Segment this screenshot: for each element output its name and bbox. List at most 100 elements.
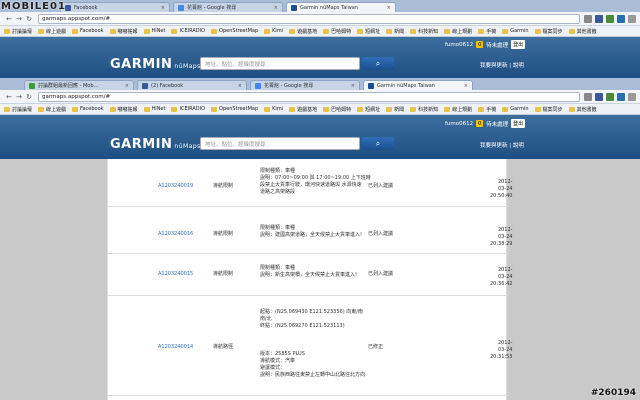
close-icon[interactable]: × xyxy=(351,83,355,89)
bookmark-item[interactable]: OpenStreetMap xyxy=(211,106,258,112)
search-input[interactable]: 地址、點位、經緯度搜尋 xyxy=(200,137,360,150)
garmin-logo[interactable]: GARMIN nüMaps xyxy=(110,57,201,72)
bookmark-item[interactable]: HiNet xyxy=(143,106,165,112)
bookmark-item[interactable]: 線上規劃 xyxy=(444,106,472,113)
bookmark-item[interactable]: 巴哈姆特 xyxy=(323,106,351,113)
back-arrow-icon[interactable]: ← xyxy=(4,93,14,101)
header-links[interactable]: 我要與更新 | 說明 xyxy=(480,141,524,149)
bookmark-item[interactable]: 遊戲基地 xyxy=(289,106,317,113)
logout-button[interactable]: 登出 xyxy=(511,119,526,128)
close-icon[interactable]: × xyxy=(125,83,129,89)
bookmark-item[interactable]: 線上規劃 xyxy=(444,28,472,35)
ext-icon[interactable] xyxy=(617,14,625,23)
bookmark-item[interactable]: HiNet xyxy=(143,28,165,34)
bookmark-item[interactable]: 其他書籤 xyxy=(568,106,597,113)
folder-icon xyxy=(568,28,575,34)
record-type: 導航限制 xyxy=(213,271,234,277)
bookmark-item[interactable]: 嘟嘟搖報 xyxy=(109,106,138,113)
bookmark-item[interactable]: 線上遊戲 xyxy=(38,28,66,35)
header-links[interactable]: 我要與更新 | 說明 xyxy=(480,61,524,69)
close-icon[interactable]: × xyxy=(387,5,391,11)
back-tab-google[interactable]: 花菁館 - Google 搜尋 × xyxy=(173,2,283,12)
bookmark-item[interactable]: ICEIRADIO xyxy=(171,106,205,112)
bookmark-item[interactable]: OpenStreetMap xyxy=(211,28,258,34)
record-id[interactable]: A1203240019 xyxy=(158,183,193,190)
bookmark-item[interactable]: 線上遊戲 xyxy=(38,106,66,113)
notification-badge[interactable]: 0 xyxy=(476,120,484,127)
back-window: Facebook × 花菁館 - Google 搜尋 × Garmin nüMaps… xyxy=(0,0,640,78)
bookmark-item[interactable]: 短網址 xyxy=(357,28,380,35)
tab-google[interactable]: 花菁館 - Google 搜尋 × xyxy=(250,80,360,90)
folder-icon xyxy=(386,28,393,34)
pending-label[interactable]: 待未處理 xyxy=(486,120,508,128)
bookmark-item[interactable]: 短網址 xyxy=(357,106,380,113)
bookmark-item[interactable]: 檔案同步 xyxy=(534,106,563,113)
address-bar[interactable]: garmaps.appspot.com/# xyxy=(38,91,580,102)
bookmark-item[interactable]: 手機 xyxy=(478,106,496,113)
star-icon[interactable] xyxy=(584,92,592,101)
star-icon[interactable] xyxy=(584,14,592,23)
ext-icon[interactable] xyxy=(606,14,614,23)
reload-icon[interactable]: ↻ xyxy=(24,15,34,23)
bookmark-item[interactable]: Kimi xyxy=(264,106,283,112)
folder-icon xyxy=(143,28,150,34)
folder-icon xyxy=(109,106,116,112)
logout-button[interactable]: 登出 xyxy=(511,40,526,49)
bookmark-item[interactable]: 科技新知 xyxy=(410,106,438,113)
close-icon[interactable]: × xyxy=(274,5,278,11)
ext-icon[interactable] xyxy=(606,92,614,101)
folder-icon xyxy=(264,106,271,112)
bookmark-item[interactable]: 討論論壇 xyxy=(4,106,32,113)
bookmark-item[interactable]: Facebook xyxy=(72,28,104,34)
record-id[interactable]: A1203240016 xyxy=(158,231,193,238)
bookmark-item[interactable]: 科技新知 xyxy=(410,28,438,35)
folder-icon xyxy=(502,28,509,34)
wrench-icon[interactable] xyxy=(628,14,636,23)
wrench-icon[interactable] xyxy=(628,92,636,101)
bookmark-item[interactable]: 手機 xyxy=(478,28,496,35)
tab-facebook[interactable]: (2) Facebook × xyxy=(137,80,247,90)
bookmark-item[interactable]: Facebook xyxy=(72,106,104,112)
bookmark-item[interactable]: Garmin xyxy=(502,106,529,112)
back-tab-facebook[interactable]: Facebook × xyxy=(60,2,170,12)
search-input[interactable]: 地址、點位、經緯度搜尋 xyxy=(200,57,360,70)
facebook-ext-icon[interactable] xyxy=(595,92,603,101)
ext-icon[interactable] xyxy=(617,92,625,101)
address-bar[interactable]: garmaps.appspot.com/# xyxy=(38,13,580,24)
record-date: 2012-03-24 20:50:40 xyxy=(490,179,513,199)
watermark-logo: MOBILE01 xyxy=(1,1,66,12)
reload-icon[interactable]: ↻ xyxy=(24,93,34,101)
close-icon[interactable]: × xyxy=(238,83,242,89)
close-icon[interactable]: × xyxy=(464,83,468,89)
garmin-icon xyxy=(368,82,374,89)
bookmark-item[interactable]: 討論論壇 xyxy=(4,28,32,35)
pending-label[interactable]: 待未處理 xyxy=(486,41,508,49)
forward-arrow-icon[interactable]: → xyxy=(14,15,24,23)
bookmark-item[interactable]: ICEIRADIO xyxy=(171,28,205,34)
back-arrow-icon[interactable]: ← xyxy=(4,15,14,23)
folder-icon xyxy=(534,28,541,34)
bookmark-item[interactable]: 新聞 xyxy=(386,28,404,35)
folder-icon xyxy=(4,28,10,34)
record-id[interactable]: A1203240014 xyxy=(158,344,193,351)
bookmark-item[interactable]: 其他書籤 xyxy=(568,28,597,35)
notification-badge[interactable]: 0 xyxy=(476,41,484,48)
garmin-logo[interactable]: GARMIN nüMaps xyxy=(110,137,201,152)
bookmark-item[interactable]: 巴哈姆特 xyxy=(323,28,351,35)
back-tab-garmin[interactable]: Garmin nüMaps Taiwan × xyxy=(286,2,396,12)
search-button[interactable]: ⌕ xyxy=(362,137,394,150)
close-icon[interactable]: × xyxy=(161,5,165,11)
record-id[interactable]: A1203240015 xyxy=(158,271,193,278)
search-button[interactable]: ⌕ xyxy=(362,57,394,70)
forward-arrow-icon[interactable]: → xyxy=(14,93,24,101)
tab-garmin[interactable]: Garmin nüMaps Taiwan × xyxy=(363,80,473,90)
tab-mobile01[interactable]: 討論群組最新回應 - Mob… × xyxy=(24,80,134,90)
facebook-ext-icon[interactable] xyxy=(595,14,603,23)
bookmark-item[interactable]: Kimi xyxy=(264,28,283,34)
bookmark-item[interactable]: 新聞 xyxy=(386,106,404,113)
bookmark-item[interactable]: 檔案同步 xyxy=(534,28,563,35)
bookmark-item[interactable]: 遊戲基地 xyxy=(289,28,317,35)
bookmark-item[interactable]: Garmin xyxy=(502,28,529,34)
bookmark-item[interactable]: 嘟嘟搖報 xyxy=(109,28,138,35)
folder-icon xyxy=(289,28,296,34)
